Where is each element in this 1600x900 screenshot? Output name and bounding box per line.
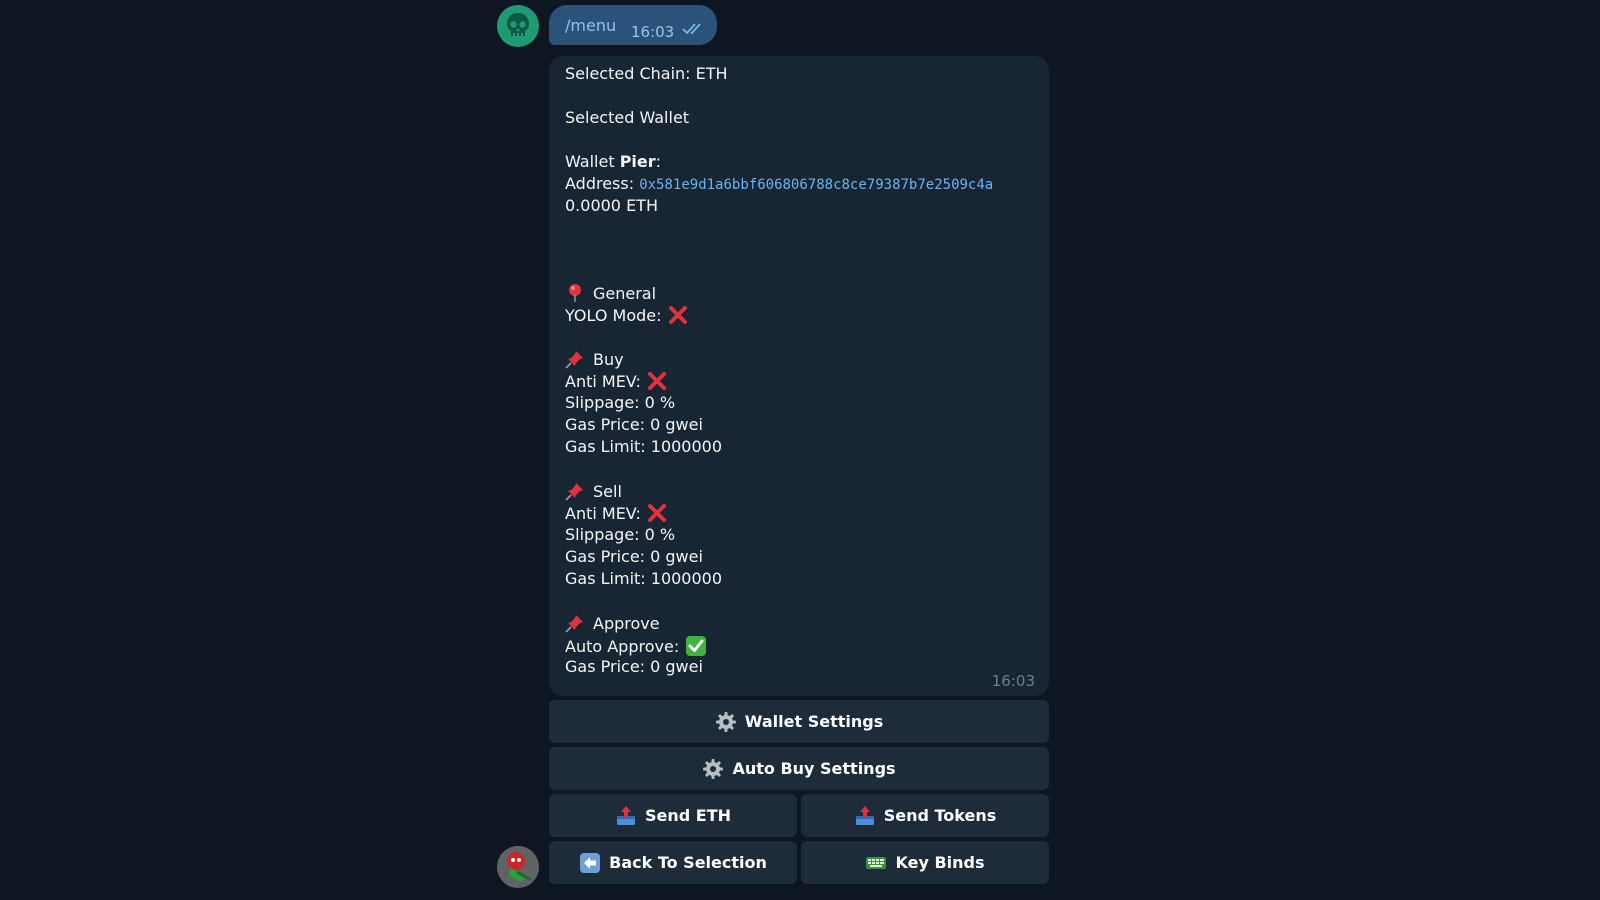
bot-avatar-icon xyxy=(497,846,539,888)
gear-icon xyxy=(703,758,724,779)
auto-approve-line: Auto Approve: xyxy=(565,635,707,656)
auto-approve-label: Auto Approve: xyxy=(565,637,680,656)
outgoing-message[interactable]: /menu 16:03 xyxy=(549,5,717,45)
send-eth-button[interactable]: Send ETH xyxy=(549,794,797,837)
approve-gas-price: Gas Price: 0 gwei xyxy=(565,657,703,676)
buy-gas-price: Gas Price: 0 gwei xyxy=(565,415,703,434)
send-tokens-label: Send Tokens xyxy=(883,806,997,825)
pushpin-icon xyxy=(565,351,583,369)
wallet-name-line: Wallet Pier: xyxy=(565,152,661,172)
cross-mark-icon xyxy=(647,372,666,390)
sell-anti-mev-label: Anti MEV: xyxy=(565,504,641,523)
buy-anti-mev-label: Anti MEV: xyxy=(565,372,641,391)
general-heading: General xyxy=(565,283,656,303)
keyboard-icon xyxy=(866,856,887,869)
yolo-mode-label: YOLO Mode: xyxy=(565,306,662,325)
double-check-icon xyxy=(682,23,701,35)
pushpin-icon xyxy=(565,483,583,501)
cross-mark-icon xyxy=(647,504,666,522)
key-binds-button[interactable]: Key Binds xyxy=(801,841,1049,884)
approve-heading-label: Approve xyxy=(593,614,660,633)
user-avatar[interactable] xyxy=(497,5,539,47)
auto-buy-settings-button[interactable]: Auto Buy Settings xyxy=(549,747,1049,790)
sell-slippage: Slippage: 0 % xyxy=(565,525,676,544)
outgoing-message-text: /menu xyxy=(565,16,617,35)
approve-heading: Approve xyxy=(565,613,660,633)
outgoing-message-time: 16:03 xyxy=(631,23,675,41)
gear-icon xyxy=(715,711,736,732)
buy-slippage: Slippage: 0 % xyxy=(565,393,676,412)
buy-anti-mev-line: Anti MEV: xyxy=(565,371,667,391)
wallet-address[interactable]: 0x581e9d1a6bbf606806788c8ce79387b7e2509c… xyxy=(639,177,993,193)
sell-anti-mev-line: Anti MEV: xyxy=(565,503,667,523)
wallet-settings-button[interactable]: Wallet Settings xyxy=(549,700,1049,743)
yolo-mode-line: YOLO Mode: xyxy=(565,305,688,325)
sell-heading: Sell xyxy=(565,481,622,501)
wallet-name: Pier xyxy=(619,152,656,171)
general-heading-label: General xyxy=(593,284,657,303)
bot-avatar[interactable] xyxy=(497,846,539,888)
pushpin-icon xyxy=(565,615,583,633)
skull-icon xyxy=(497,5,539,47)
check-mark-button-icon xyxy=(686,636,707,656)
round-pushpin-icon xyxy=(569,284,581,302)
auto-buy-settings-label: Auto Buy Settings xyxy=(732,759,896,778)
selected-chain-text: Selected Chain: ETH xyxy=(565,64,728,83)
outbox-tray-icon xyxy=(616,805,635,825)
sell-gas-limit: Gas Limit: 1000000 xyxy=(565,569,723,588)
selected-wallet-text: Selected Wallet xyxy=(565,108,690,127)
back-to-selection-button[interactable]: Back To Selection xyxy=(549,841,797,884)
send-tokens-button[interactable]: Send Tokens xyxy=(801,794,1049,837)
balance-text: 0.0000 ETH xyxy=(565,196,658,215)
buy-gas-limit: Gas Limit: 1000000 xyxy=(565,437,723,456)
outbox-tray-icon xyxy=(855,805,874,825)
buy-heading-label: Buy xyxy=(593,350,624,369)
sell-gas-price: Gas Price: 0 gwei xyxy=(565,547,703,566)
sell-heading-label: Sell xyxy=(593,482,622,501)
wallet-label: Wallet xyxy=(565,152,620,171)
cross-mark-icon xyxy=(668,306,687,324)
bot-message[interactable]: Selected Chain: ETH Selected Wallet Wall… xyxy=(549,56,1049,696)
address-label: Address: xyxy=(565,174,640,193)
message-time: 16:03 xyxy=(991,672,1035,690)
wallet-colon: : xyxy=(655,152,662,171)
buy-heading: Buy xyxy=(565,349,624,369)
wallet-settings-label: Wallet Settings xyxy=(744,712,884,731)
address-line: Address: 0x581e9d1a6bbf606806788c8ce7938… xyxy=(565,174,993,194)
send-eth-label: Send ETH xyxy=(644,806,732,825)
back-to-selection-label: Back To Selection xyxy=(609,853,767,872)
left-arrow-icon xyxy=(580,852,601,873)
key-binds-label: Key Binds xyxy=(895,853,985,872)
